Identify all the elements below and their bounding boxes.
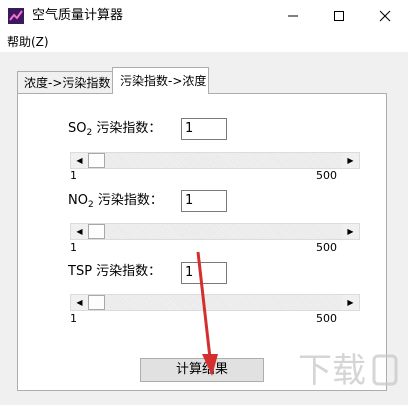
so2-label: SO2 污染指数： [68,120,161,142]
tsp-slider[interactable]: ◀ ▶ [70,294,360,311]
title-bar: 空气质量计算器 [0,0,408,32]
maximize-icon [334,11,344,21]
no2-index-input[interactable]: 1 [181,190,227,212]
so2-slider[interactable]: ◀ ▶ [70,152,360,169]
slider-right-arrow-icon[interactable]: ▶ [342,295,359,310]
so2-slider-min: 1 [70,169,77,182]
menu-bar: 帮助(Z) [0,32,408,53]
tsp-slider-max: 500 [316,312,337,325]
tab-label: 污染指数->浓度 [120,74,207,88]
no2-slider-max: 500 [316,241,337,254]
slider-left-arrow-icon[interactable]: ◀ [71,295,88,310]
tab-index-to-concentration[interactable]: 污染指数->浓度 [112,67,209,94]
no2-label-rest: 污染指数： [93,193,163,208]
so2-slider-max: 500 [316,169,337,182]
maximize-button[interactable] [316,0,362,32]
no2-label: NO2 污染指数： [68,192,163,214]
slider-left-arrow-icon[interactable]: ◀ [71,224,88,239]
slider-thumb[interactable] [88,295,105,310]
close-button[interactable] [362,0,408,32]
menu-help[interactable]: 帮助(Z) [7,34,49,50]
tsp-label: TSP 污染指数： [68,263,161,281]
slider-left-arrow-icon[interactable]: ◀ [71,153,88,168]
slider-right-arrow-icon[interactable]: ▶ [342,153,359,168]
tsp-index-input[interactable]: 1 [181,262,227,284]
slider-thumb[interactable] [88,224,105,239]
tsp-label-main: TSP 污染指数： [68,264,162,279]
tab-label: 浓度->污染指数 [24,76,111,90]
no2-slider[interactable]: ◀ ▶ [70,223,360,240]
slider-track[interactable] [88,153,342,168]
slider-track[interactable] [88,224,342,239]
tsp-slider-min: 1 [70,312,77,325]
minimize-button[interactable] [270,0,316,32]
so2-label-main: SO [68,121,87,136]
svg-text:下载: 下载 [298,351,366,391]
watermark-logo: 下载 [298,351,398,391]
minimize-icon [288,15,298,17]
close-icon [379,10,391,22]
slider-thumb[interactable] [88,153,105,168]
so2-index-input[interactable]: 1 [181,118,227,140]
so2-label-rest: 污染指数： [92,121,162,136]
slider-track[interactable] [88,295,342,310]
tab-concentration-to-index[interactable]: 浓度->污染指数 [17,71,113,93]
no2-slider-min: 1 [70,241,77,254]
slider-right-arrow-icon[interactable]: ▶ [342,224,359,239]
calculate-button[interactable]: 计算结果 [140,358,264,382]
no2-label-main: NO [68,193,88,208]
window-title: 空气质量计算器 [32,8,124,23]
app-chart-icon [8,8,24,24]
